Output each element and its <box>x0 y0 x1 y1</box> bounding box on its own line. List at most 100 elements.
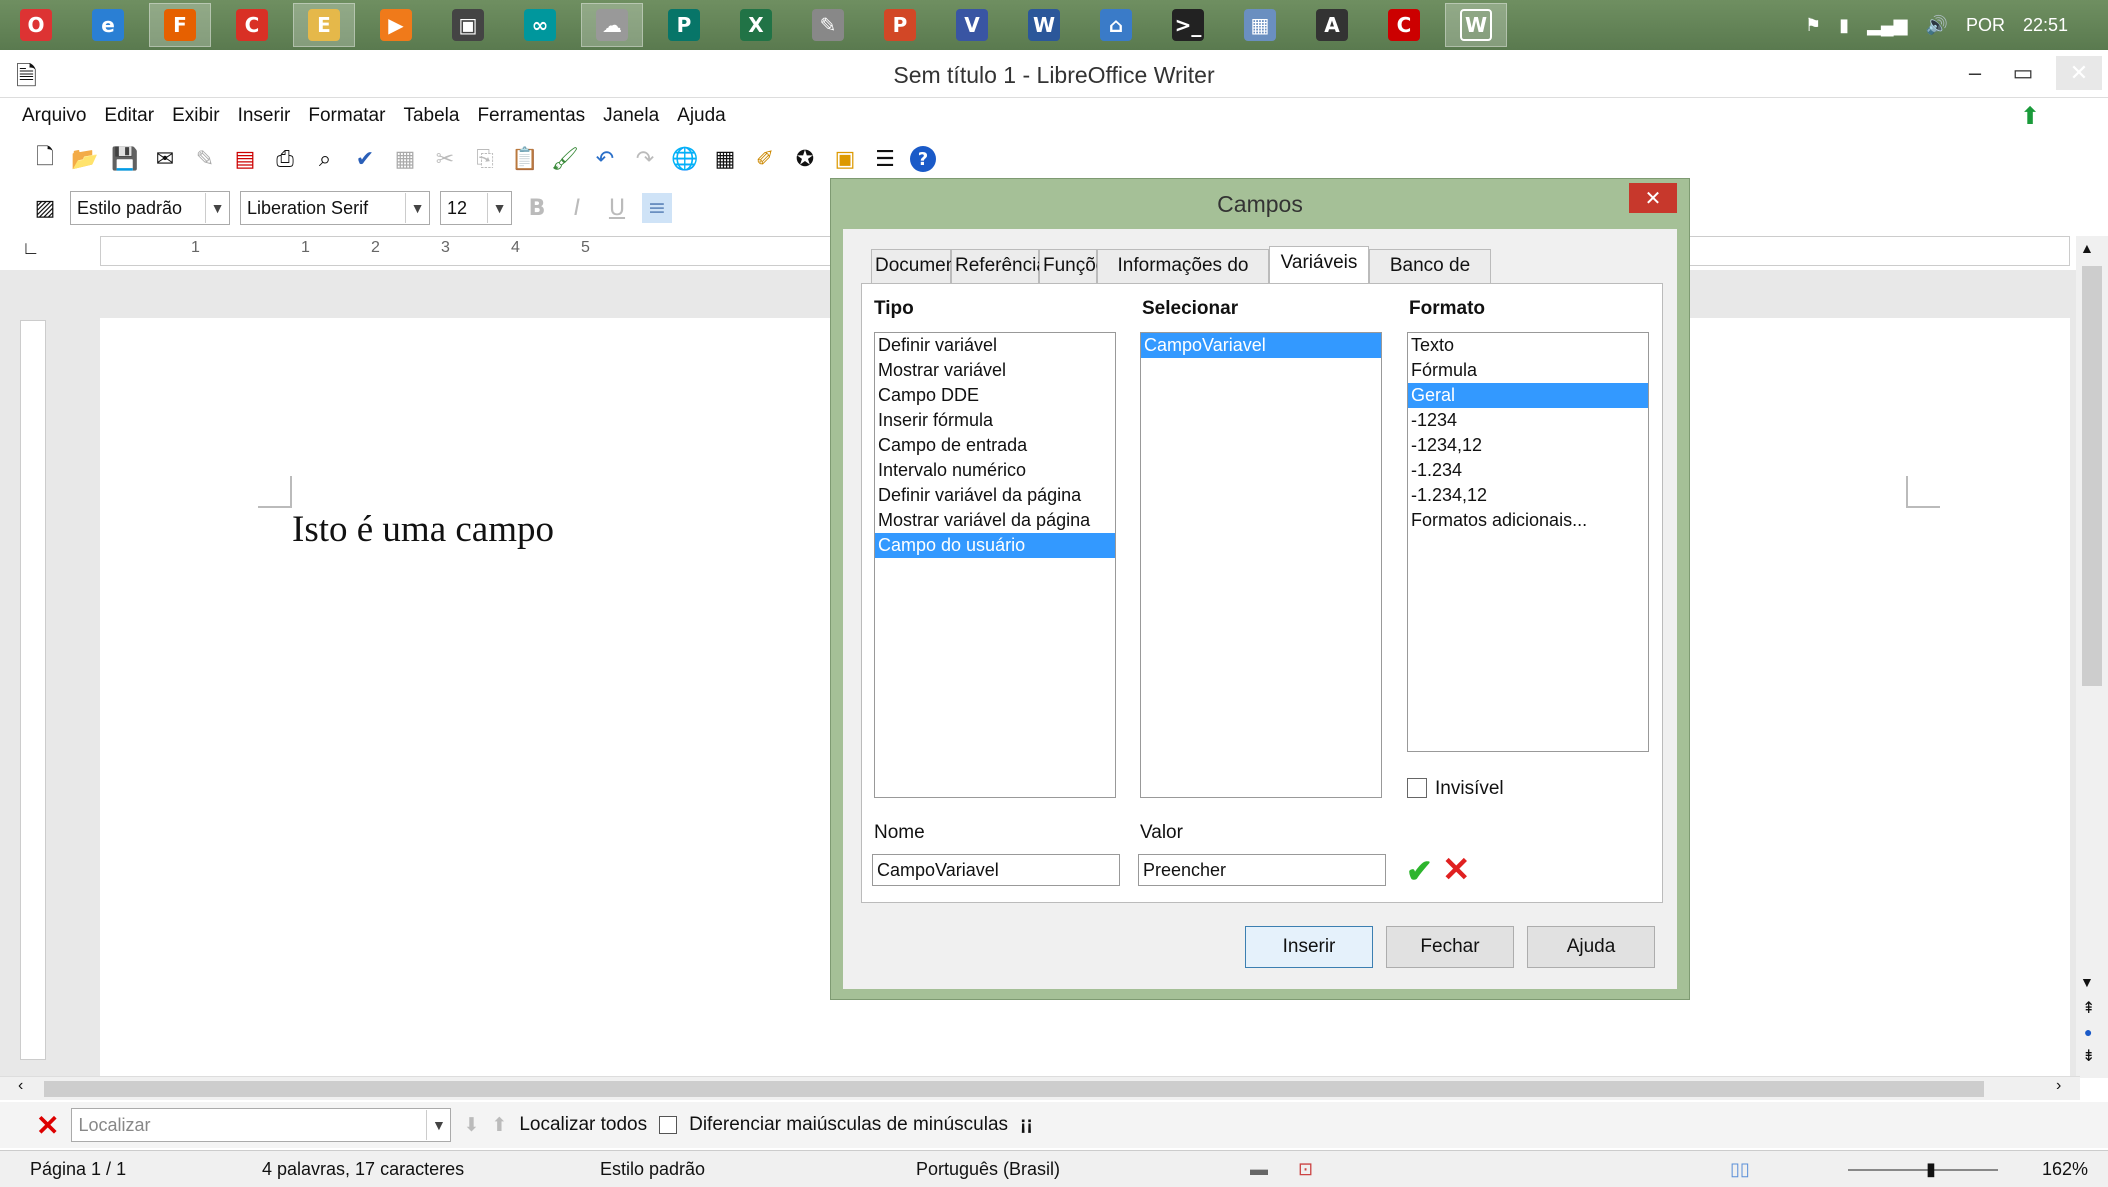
menu-item-ajuda[interactable]: Ajuda <box>677 105 726 127</box>
volume-icon[interactable]: 🔊 <box>1926 15 1948 36</box>
list-item[interactable]: -1.234 <box>1408 458 1648 483</box>
list-item[interactable]: -1234,12 <box>1408 433 1648 458</box>
taskbar-app-button[interactable]: P <box>653 3 715 47</box>
taskbar-app-button[interactable]: ▶ <box>365 3 427 47</box>
flag-icon[interactable]: ⚑ <box>1805 15 1821 36</box>
copy-icon[interactable]: ⎘ <box>470 144 500 174</box>
format-paintbrush-icon[interactable]: 🖌 <box>550 144 580 174</box>
apply-checkmark-icon[interactable]: ✔ <box>1406 852 1433 890</box>
draw-icon[interactable]: ✐ <box>750 144 780 174</box>
fechar-button[interactable]: Fechar <box>1386 926 1514 968</box>
menu-item-editar[interactable]: Editar <box>104 105 154 127</box>
list-item[interactable]: Mostrar variável <box>875 358 1115 383</box>
formato-list[interactable]: Texto Fórmula Geral -1234 -1234,12 -1.234 -1.2… <box>1407 332 1649 752</box>
selecionar-list[interactable]: CampoVariavel <box>1140 332 1382 798</box>
menu-item-ferramentas[interactable]: Ferramentas <box>477 105 585 127</box>
clock[interactable]: 22:51 <box>2023 15 2068 36</box>
table-icon[interactable]: ▦ <box>710 144 740 174</box>
list-item[interactable]: Mostrar variável da página <box>875 508 1115 533</box>
taskbar-app-button[interactable]: ▦ <box>1229 3 1291 47</box>
menu-item-tabela[interactable]: Tabela <box>403 105 459 127</box>
open-icon[interactable]: 📂 <box>70 144 100 174</box>
find-next-icon[interactable]: ⬆ <box>491 1114 507 1137</box>
tab-variáveis[interactable]: Variáveis <box>1269 246 1369 284</box>
export-pdf-icon[interactable]: ▤ <box>230 144 260 174</box>
chevron-down-icon[interactable]: ▼ <box>426 1110 450 1140</box>
taskbar-app-button[interactable]: ▣ <box>437 3 499 47</box>
tab-documento[interactable]: Documento <box>871 249 972 283</box>
tab-funções[interactable]: Funções <box>1039 249 1116 283</box>
redo-icon[interactable]: ↷ <box>630 144 660 174</box>
spellcheck-icon[interactable]: ✔ <box>350 144 380 174</box>
delete-x-icon[interactable]: ✕ <box>1442 850 1471 890</box>
tab-banco-de-dados[interactable]: Banco de dados <box>1369 249 1491 308</box>
maximize-button[interactable]: ▭ <box>2000 56 2046 90</box>
close-find-icon[interactable]: ✕ <box>36 1109 59 1142</box>
update-icon[interactable]: ⬆ <box>2020 102 2046 130</box>
ajuda-button[interactable]: Ajuda <box>1527 926 1655 968</box>
page-style[interactable]: Estilo padrão <box>600 1159 705 1180</box>
scrollbar-thumb[interactable] <box>2082 266 2102 686</box>
underline-icon[interactable]: U <box>602 193 632 223</box>
find-all-button[interactable]: Localizar todos <box>519 1114 647 1136</box>
valor-field[interactable]: Preencher <box>1138 854 1386 886</box>
match-case-checkbox[interactable] <box>659 1116 678 1134</box>
inserir-button[interactable]: Inserir <box>1245 926 1373 968</box>
tab-stop-icon[interactable]: ∟ <box>22 238 40 259</box>
taskbar-app-button[interactable]: ∞ <box>509 3 571 47</box>
chevron-down-icon[interactable]: ▼ <box>405 193 429 223</box>
nome-field[interactable]: CampoVariavel <box>872 854 1120 886</box>
print-preview-icon[interactable]: ⌕ <box>310 144 340 174</box>
help-icon[interactable]: ? <box>910 146 936 172</box>
font-size-combo[interactable]: 12 ▼ <box>440 191 512 225</box>
taskbar-app-button[interactable]: ⌂ <box>1085 3 1147 47</box>
tipo-list[interactable]: Definir variável Mostrar variável Campo DD… <box>874 332 1116 798</box>
list-item[interactable]: Geral <box>1408 383 1648 408</box>
menu-item-janela[interactable]: Janela <box>603 105 659 127</box>
paragraph-style-combo[interactable]: Estilo padrão ▼ <box>70 191 230 225</box>
selection-mode-icon[interactable]: ▬ <box>1250 1159 1268 1180</box>
hyperlink-icon[interactable]: 🌐 <box>670 144 700 174</box>
menu-item-formatar[interactable]: Formatar <box>308 105 385 127</box>
align-left-icon[interactable]: ≡ <box>642 193 672 223</box>
new-document-icon[interactable]: 🗋 <box>30 144 60 174</box>
list-item[interactable]: Inserir fórmula <box>875 408 1115 433</box>
list-item[interactable]: -1234 <box>1408 408 1648 433</box>
list-item[interactable]: Texto <box>1408 333 1648 358</box>
minimize-button[interactable]: – <box>1952 56 1998 90</box>
invisivel-checkbox[interactable] <box>1407 778 1427 798</box>
email-icon[interactable]: ✉ <box>150 144 180 174</box>
taskbar-app-button[interactable]: ✎ <box>797 3 859 47</box>
list-item[interactable]: Campo de entrada <box>875 433 1115 458</box>
navigation-icon[interactable]: ● <box>2084 1024 2092 1040</box>
document-modified-icon[interactable]: ⊡ <box>1298 1159 1313 1180</box>
bold-icon[interactable]: B <box>522 193 552 223</box>
styles-icon[interactable]: ▨ <box>30 193 60 223</box>
cut-icon[interactable]: ✂ <box>430 144 460 174</box>
chevron-down-icon[interactable]: ▼ <box>487 193 511 223</box>
taskbar-app-button[interactable]: V <box>941 3 1003 47</box>
chevron-down-icon[interactable]: ▼ <box>205 193 229 223</box>
find-options-icon[interactable]: ¡¡ <box>1020 1114 1033 1136</box>
menu-item-arquivo[interactable]: Arquivo <box>22 105 86 127</box>
list-item[interactable]: Definir variável <box>875 333 1115 358</box>
previous-page-icon[interactable]: ⇞ <box>2082 998 2095 1018</box>
list-item[interactable]: Intervalo numérico <box>875 458 1115 483</box>
view-layout-icon[interactable]: ▯▯ <box>1730 1159 1750 1180</box>
taskbar-app-button[interactable]: e <box>77 3 139 47</box>
menu-item-exibir[interactable]: Exibir <box>172 105 220 127</box>
close-window-button[interactable]: ✕ <box>2056 56 2102 90</box>
language-indicator[interactable]: POR <box>1966 15 2005 36</box>
battery-icon[interactable]: ▮ <box>1839 15 1849 36</box>
list-item[interactable]: Definir variável da página <box>875 483 1115 508</box>
scroll-up-icon[interactable]: ▲ <box>2080 240 2094 256</box>
italic-icon[interactable]: I <box>562 193 592 223</box>
autospell-icon[interactable]: ▦ <box>390 144 420 174</box>
taskbar-app-button[interactable]: E <box>293 3 355 47</box>
gallery-icon[interactable]: ▣ <box>830 144 860 174</box>
signal-icon[interactable]: ▂▄▆ <box>1867 15 1907 36</box>
datasources-icon[interactable]: ☰ <box>870 144 900 174</box>
taskbar-app-button[interactable]: C <box>1373 3 1435 47</box>
dialog-close-button[interactable]: ✕ <box>1629 183 1677 213</box>
vertical-scrollbar[interactable]: ▲ ▼ ⇞ ● ⇟ <box>2076 236 2108 1078</box>
